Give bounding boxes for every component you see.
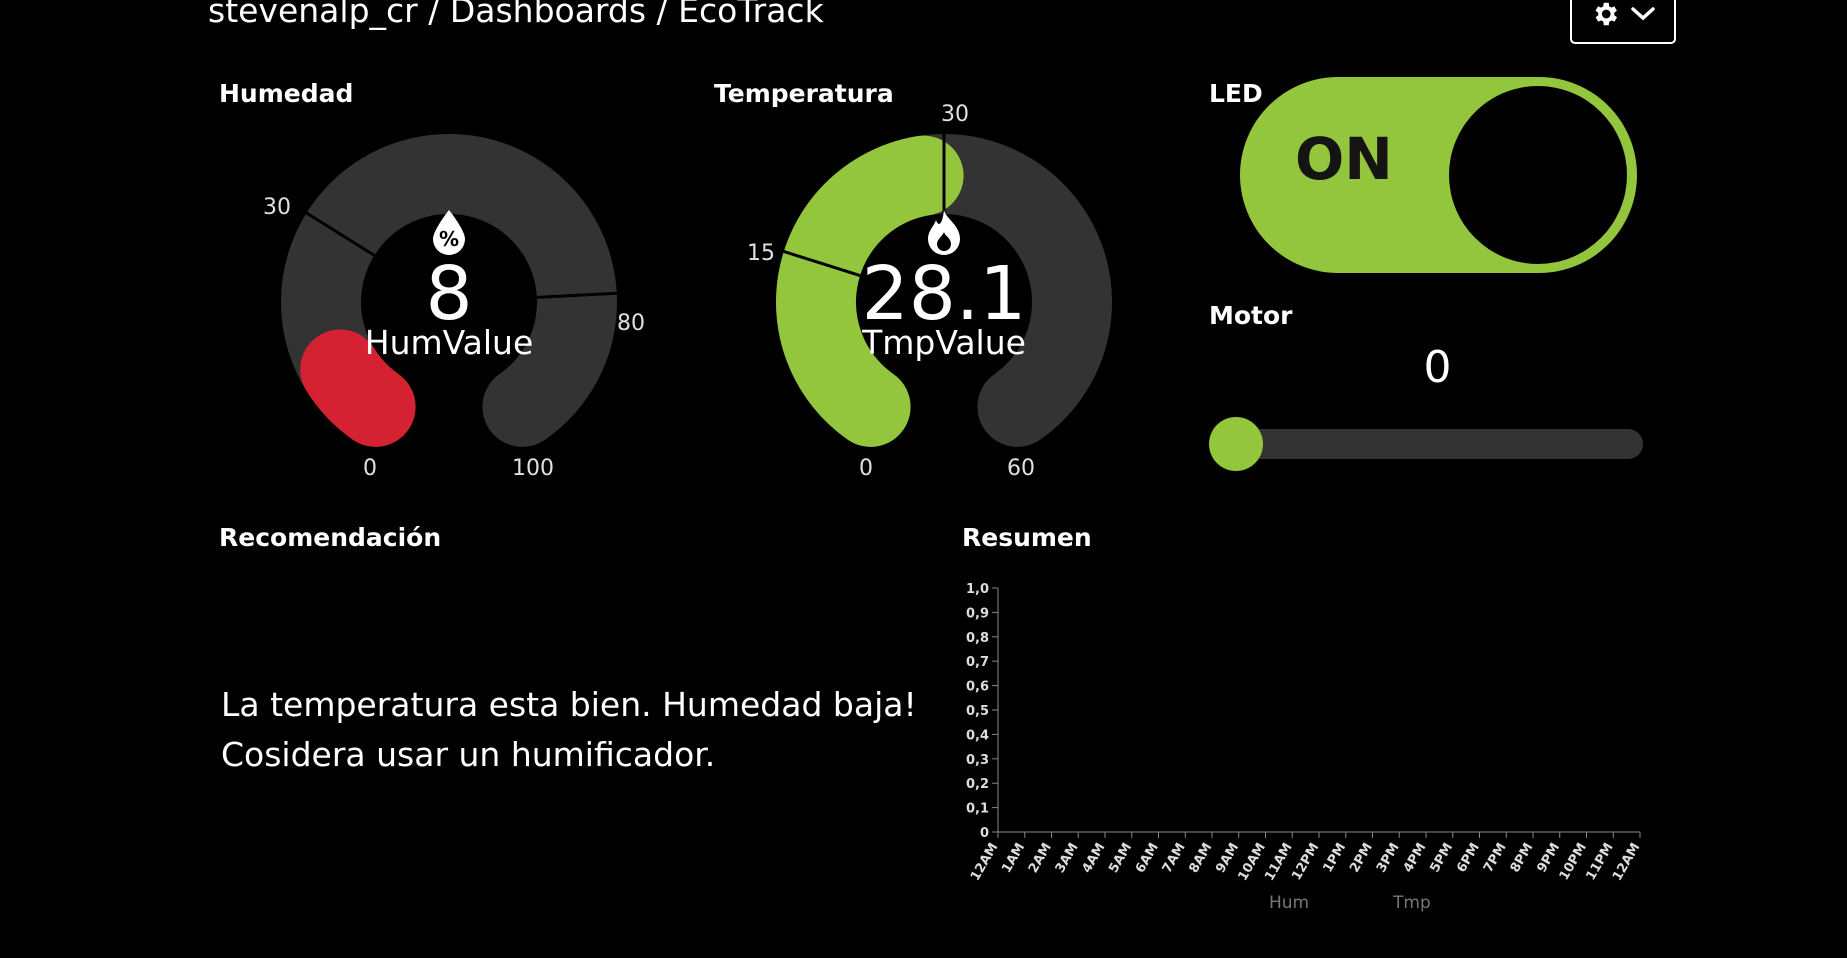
gear-icon xyxy=(1590,0,1620,33)
y-tick-label: 0,8 xyxy=(966,631,989,646)
x-tick-label: 5PM xyxy=(1427,841,1456,876)
svg-text:%: % xyxy=(439,227,459,251)
x-tick-label: 6PM xyxy=(1454,841,1483,876)
temperatura-label: TmpValue xyxy=(862,323,1026,362)
led-state-label: ON xyxy=(1295,125,1393,193)
x-tick-label: 5AM xyxy=(1106,841,1135,876)
chevron-down-icon xyxy=(1630,5,1656,27)
temperatura-tick-max: 60 xyxy=(1007,456,1035,481)
x-tick-label: 12PM xyxy=(1289,841,1322,884)
y-tick-label: 0,3 xyxy=(966,753,989,768)
humedad-tick-30: 30 xyxy=(263,195,291,220)
motor-title: Motor xyxy=(1209,301,1293,330)
breadcrumb: stevenalp_cr / Dashboards / EcoTrack xyxy=(208,0,824,30)
temperatura-tick-30: 30 xyxy=(941,102,969,127)
y-tick-label: 0 xyxy=(980,826,989,841)
y-tick-label: 0,6 xyxy=(966,680,989,695)
motor-value: 0 xyxy=(1423,342,1452,393)
temperatura-tick-15: 15 xyxy=(747,241,775,266)
recomendacion-line-1: La temperatura esta bien. Humedad baja! xyxy=(221,685,917,724)
settings-button[interactable] xyxy=(1570,0,1676,44)
led-toggle[interactable]: ON xyxy=(1240,77,1637,273)
x-tick-label: 12AM xyxy=(1610,841,1644,884)
y-tick-label: 1,0 xyxy=(966,582,989,597)
resumen-title: Resumen xyxy=(962,523,1092,552)
legend-hum[interactable]: Hum xyxy=(1269,893,1309,913)
x-tick-label: 2PM xyxy=(1347,841,1376,876)
x-tick-label: 2AM xyxy=(1026,841,1055,876)
x-tick-label: 12AM xyxy=(968,841,1002,884)
recomendacion-line-2: Cosidera usar un humificador. xyxy=(221,735,716,774)
x-tick-label: 1AM xyxy=(999,841,1028,876)
humedad-level-arc xyxy=(300,329,416,447)
temperatura-tick-min: 0 xyxy=(859,456,873,481)
x-tick-label: 6AM xyxy=(1133,841,1162,876)
x-tick-label: 1PM xyxy=(1320,841,1349,876)
x-tick-label: 3PM xyxy=(1374,841,1403,876)
y-tick-label: 0,4 xyxy=(966,728,989,743)
x-tick-label: 4PM xyxy=(1401,841,1430,876)
y-tick-label: 0,2 xyxy=(966,777,989,792)
humedad-tick-max: 100 xyxy=(512,456,554,481)
recomendacion-title: Recomendación xyxy=(219,523,442,552)
motor-slider-handle[interactable] xyxy=(1209,417,1263,471)
legend-tmp[interactable]: Tmp xyxy=(1393,893,1431,913)
led-toggle-knob xyxy=(1449,86,1627,264)
y-tick-label: 0,5 xyxy=(966,704,989,719)
y-tick-label: 0,9 xyxy=(966,606,989,621)
resumen-chart: 00,10,20,30,40,50,60,70,80,91,012AM1AM2A… xyxy=(966,582,1644,884)
x-tick-label: 7AM xyxy=(1160,841,1189,876)
recomendacion-text: La temperatura esta bien. Humedad baja! … xyxy=(221,680,941,780)
humedad-tick-80: 80 xyxy=(617,311,645,336)
y-tick-label: 0,7 xyxy=(966,655,989,670)
x-tick-label: 4AM xyxy=(1079,841,1108,876)
y-tick-label: 0,1 xyxy=(966,802,989,817)
x-tick-label: 3AM xyxy=(1053,841,1082,876)
x-tick-label: 8AM xyxy=(1186,841,1215,876)
led-title: LED xyxy=(1209,79,1263,108)
x-tick-label: 8PM xyxy=(1508,841,1537,876)
x-tick-label: 7PM xyxy=(1481,841,1510,876)
motor-slider-track[interactable] xyxy=(1233,429,1643,459)
humedad-tick-min: 0 xyxy=(363,456,377,481)
humedad-label: HumValue xyxy=(364,323,534,362)
